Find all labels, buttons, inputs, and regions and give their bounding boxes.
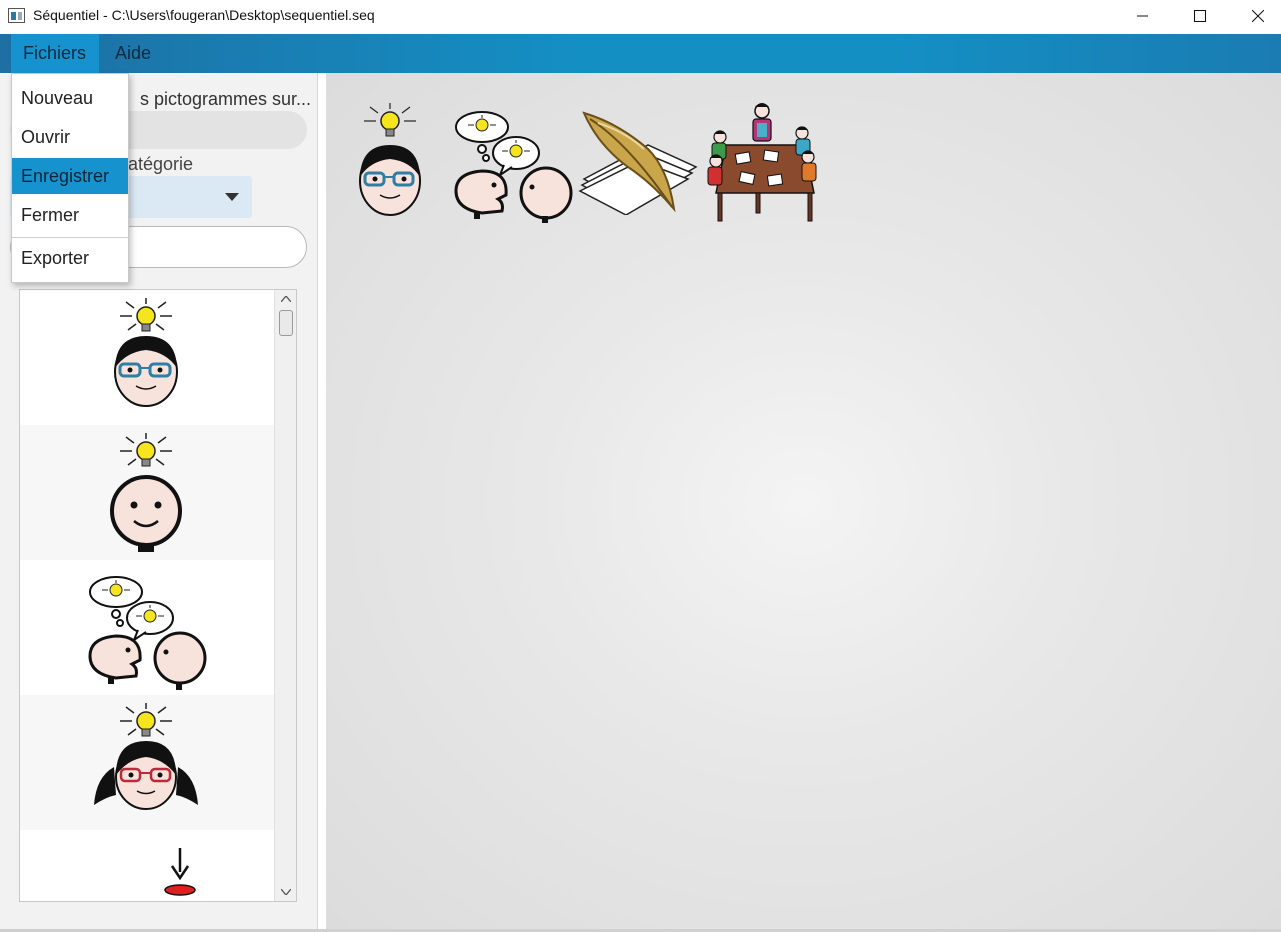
category-label: atégorie: [128, 154, 194, 174]
exchange-ideas-pictogram: [454, 111, 573, 223]
list-item-exchange-ideas[interactable]: [20, 560, 274, 695]
list-scrollbar[interactable]: [274, 290, 296, 901]
scroll-up-button[interactable]: [275, 290, 296, 308]
menu-fichiers[interactable]: Fichiers: [11, 34, 99, 73]
scroll-thumb[interactable]: [279, 310, 293, 336]
minimize-icon: [1137, 15, 1148, 17]
menu-item-exporter[interactable]: Exporter: [12, 240, 128, 276]
meeting-table-pictogram: [707, 103, 817, 222]
sequence-workspace[interactable]: [326, 73, 1281, 930]
file-menu-dropdown: Nouveau Ouvrir Enregistrer Fermer Export…: [11, 73, 129, 283]
idea-girl-glasses-pictogram: [94, 703, 198, 810]
list-item-idea-girl[interactable]: [20, 695, 274, 830]
close-icon: [1252, 10, 1264, 22]
list-item-idea-head[interactable]: [20, 425, 274, 560]
arrow-down-button-pictogram: [164, 848, 196, 896]
menu-item-nouveau[interactable]: Nouveau: [12, 80, 128, 116]
list-item-idea-boy[interactable]: [20, 290, 274, 425]
title-bar: Séquentiel - C:\Users\fougeran\Desktop\s…: [0, 0, 1281, 34]
chevron-down-icon: [225, 193, 239, 201]
menu-item-enregistrer[interactable]: Enregistrer: [12, 158, 128, 194]
idea-head-pictogram: [110, 433, 182, 552]
chevron-down-icon: [280, 889, 291, 895]
idea-boy-glasses-pictogram: [114, 298, 178, 407]
pictogram-list[interactable]: [19, 289, 297, 902]
idea-boy-glasses-pictogram: [359, 103, 421, 216]
close-button[interactable]: [1235, 0, 1281, 32]
quill-paper-pictogram: [578, 111, 698, 215]
menu-item-fermer[interactable]: Fermer: [12, 197, 128, 233]
sequence-item[interactable]: [450, 101, 574, 223]
maximize-button[interactable]: [1177, 0, 1223, 32]
scroll-down-button[interactable]: [275, 883, 296, 901]
exchange-ideas-pictogram: [88, 576, 207, 690]
app-icon: [8, 8, 25, 23]
chevron-up-icon: [280, 296, 291, 302]
minimize-button[interactable]: [1120, 0, 1166, 32]
sequence-item[interactable]: [354, 101, 426, 223]
window-title: Séquentiel - C:\Users\fougeran\Desktop\s…: [33, 7, 375, 23]
search-header: s pictogrammes sur...: [140, 89, 312, 109]
sequence-item[interactable]: [706, 101, 822, 225]
sequence-item[interactable]: [578, 109, 700, 215]
list-item-arrow-button[interactable]: [20, 830, 274, 901]
menu-bar: Fichiers Aide: [0, 34, 1281, 73]
menu-separator: [12, 237, 128, 238]
menu-item-ouvrir[interactable]: Ouvrir: [12, 119, 128, 155]
maximize-icon: [1194, 10, 1206, 22]
menu-aide[interactable]: Aide: [103, 34, 163, 73]
